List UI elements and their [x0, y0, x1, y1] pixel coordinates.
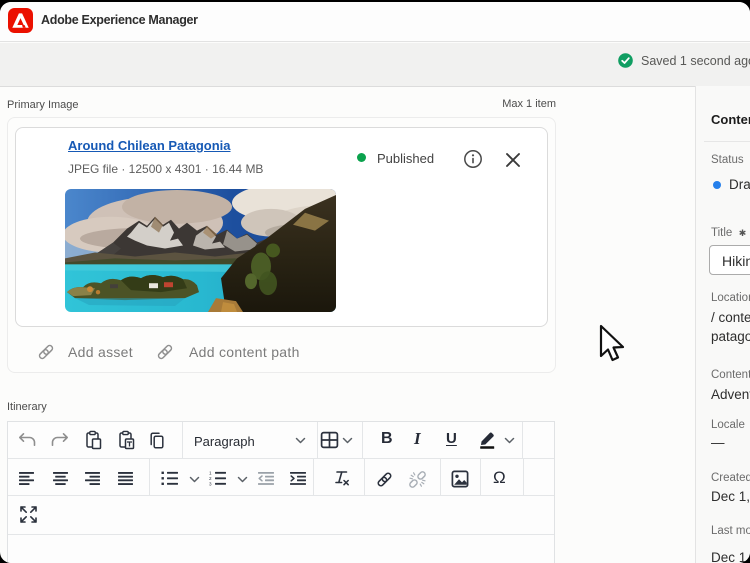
svg-text:1: 1: [209, 471, 212, 475]
svg-text:3: 3: [209, 481, 212, 486]
svg-text:2: 2: [209, 476, 212, 481]
